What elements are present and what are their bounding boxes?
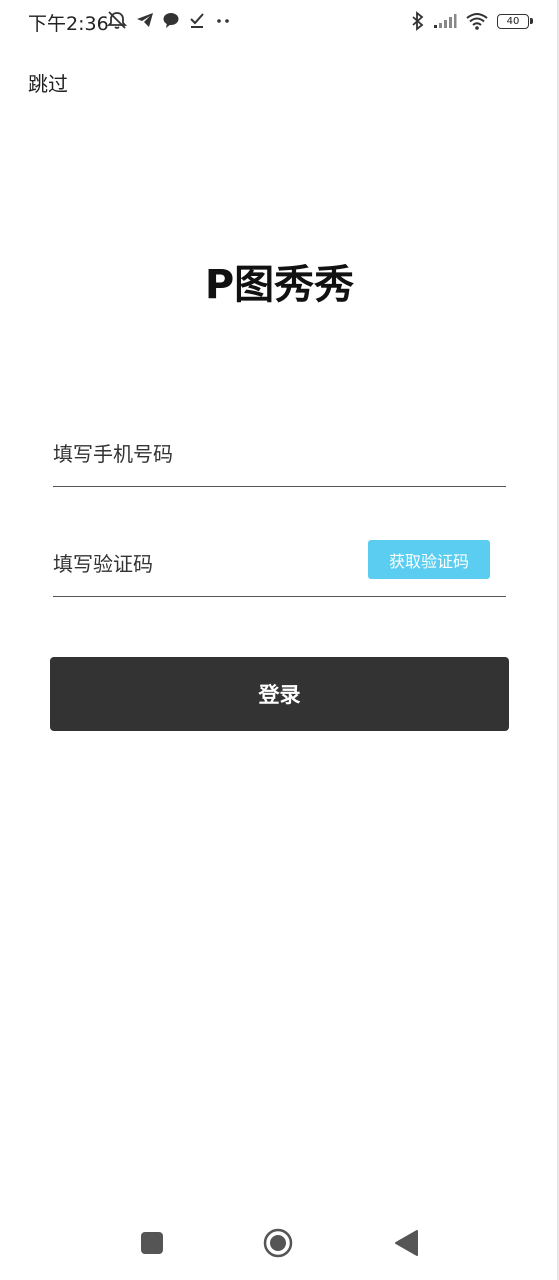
status-right-icons: 40 (411, 9, 533, 33)
app-title: P图秀秀 (204, 262, 355, 308)
back-button[interactable] (391, 1228, 421, 1258)
status-bar: 下午2:36 40 (0, 0, 559, 42)
login-button[interactable]: 登录 (50, 657, 509, 731)
recent-apps-icon (141, 1232, 163, 1254)
chat-icon (162, 11, 180, 29)
signal-icon (433, 13, 457, 29)
code-input[interactable] (53, 536, 353, 592)
home-icon (263, 1228, 293, 1258)
get-code-button[interactable]: 获取验证码 (368, 540, 490, 579)
back-icon (395, 1230, 418, 1256)
recent-apps-button[interactable] (137, 1228, 167, 1258)
wifi-icon (465, 12, 489, 30)
home-button[interactable] (263, 1228, 293, 1258)
nav-bar (0, 1212, 559, 1274)
bluetooth-icon (411, 11, 425, 31)
phone-field (53, 426, 506, 487)
mute-icon (106, 10, 128, 30)
check-download-icon (188, 11, 206, 29)
status-time: 下午2:36 (28, 13, 109, 35)
battery-icon: 40 (497, 13, 533, 29)
telegram-icon (136, 11, 154, 29)
phone-input[interactable] (53, 426, 353, 482)
status-left-icons (106, 8, 232, 32)
battery-level: 40 (506, 15, 520, 27)
more-dots-icon (214, 11, 232, 29)
code-field: 获取验证码 (53, 536, 506, 597)
skip-button[interactable]: 跳过 (28, 68, 68, 97)
